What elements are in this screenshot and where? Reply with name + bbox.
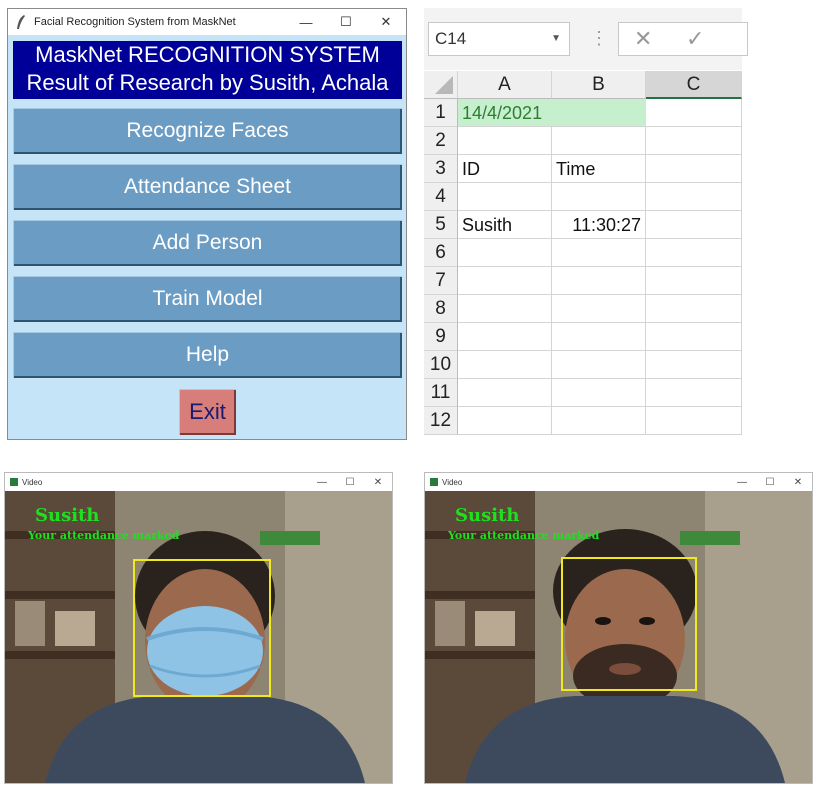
more-options-icon[interactable]: ⋮ [590, 26, 608, 50]
cell-b4[interactable] [552, 183, 646, 211]
attendance-message: Your attendance marked [28, 529, 180, 542]
row-header-4[interactable]: 4 [424, 183, 458, 211]
cell-a6[interactable] [458, 239, 552, 267]
row-header-2[interactable]: 2 [424, 127, 458, 155]
name-box[interactable]: C14 ▼ [428, 22, 570, 56]
cell-c8[interactable] [646, 295, 742, 323]
cell-b10[interactable] [552, 351, 646, 379]
app-subtitle: Result of Research by Susith, Achala [26, 70, 389, 95]
row-header-9[interactable]: 9 [424, 323, 458, 351]
cell-b12[interactable] [552, 407, 646, 435]
cell-a12[interactable] [458, 407, 552, 435]
video-frame: Susith Your attendance marked [425, 491, 812, 783]
row-header-11[interactable]: 11 [424, 379, 458, 407]
add-person-button[interactable]: Add Person [13, 220, 402, 266]
chevron-down-icon[interactable]: ▼ [551, 23, 561, 55]
video-title: Video [22, 477, 43, 487]
confirm-icon[interactable]: ✓ [686, 26, 704, 52]
cell-a1[interactable]: 14/4/2021 [458, 99, 646, 127]
cell-b6[interactable] [552, 239, 646, 267]
minimize-icon[interactable]: — [286, 15, 326, 30]
train-model-button[interactable]: Train Model [13, 276, 402, 322]
face-bounding-box [561, 557, 697, 691]
formula-bar-area: C14 ▼ ⋮ ✕ ✓ [424, 8, 748, 70]
row-header-5[interactable]: 5 [424, 211, 458, 239]
video-frame: Susith Your attendance marked [5, 491, 392, 783]
row-header-12[interactable]: 12 [424, 407, 458, 435]
column-header-a[interactable]: A [458, 71, 552, 99]
recognize-faces-button[interactable]: Recognize Faces [13, 108, 402, 154]
cell-c3[interactable] [646, 155, 742, 183]
row-header-10[interactable]: 10 [424, 351, 458, 379]
cancel-icon[interactable]: ✕ [634, 26, 652, 52]
cell-a3[interactable]: ID [458, 155, 552, 183]
minimize-icon[interactable]: — [728, 477, 756, 488]
cell-a11[interactable] [458, 379, 552, 407]
name-box-value: C14 [435, 29, 467, 48]
select-all-icon [435, 76, 453, 94]
close-icon[interactable]: ✕ [784, 477, 812, 488]
window-title: Facial Recognition System from MaskNet [34, 16, 236, 28]
maximize-icon[interactable]: ☐ [756, 477, 784, 488]
cell-b11[interactable] [552, 379, 646, 407]
attendance-sheet-button[interactable]: Attendance Sheet [13, 164, 402, 210]
recognized-name: Susith [455, 505, 520, 526]
cell-b2[interactable] [552, 127, 646, 155]
exit-button[interactable]: Exit [179, 389, 236, 435]
video-app-icon [10, 478, 18, 486]
cell-a4[interactable] [458, 183, 552, 211]
cell-c5[interactable] [646, 211, 742, 239]
recognized-name: Susith [35, 505, 100, 526]
video-window-unmasked: Video — ☐ ✕ Susith Your attendance marke… [424, 472, 813, 784]
masknet-window: Facial Recognition System from MaskNet —… [7, 8, 407, 440]
maximize-icon[interactable]: ☐ [336, 477, 364, 488]
cell-c4[interactable] [646, 183, 742, 211]
row-header-7[interactable]: 7 [424, 267, 458, 295]
attendance-message: Your attendance marked [448, 529, 600, 542]
select-all-corner[interactable] [424, 71, 458, 99]
help-button[interactable]: Help [13, 332, 402, 378]
row-header-6[interactable]: 6 [424, 239, 458, 267]
face-bounding-box [133, 559, 271, 697]
video-window-masked: Video — ☐ ✕ Susith Your attendance marke… [4, 472, 393, 784]
cell-c12[interactable] [646, 407, 742, 435]
attendance-spreadsheet: C14 ▼ ⋮ ✕ ✓ A B C 1 2 3 4 5 6 7 8 9 10 1… [424, 8, 748, 436]
cell-c7[interactable] [646, 267, 742, 295]
cell-b5[interactable]: 11:30:27 [552, 211, 646, 239]
minimize-icon[interactable]: — [308, 477, 336, 488]
video-app-icon [430, 478, 438, 486]
cell-a7[interactable] [458, 267, 552, 295]
close-icon[interactable]: ✕ [366, 14, 406, 30]
cell-c9[interactable] [646, 323, 742, 351]
video-titlebar[interactable]: Video — ☐ ✕ [425, 473, 812, 491]
app-header: MaskNet RECOGNITION SYSTEM Result of Res… [13, 41, 402, 99]
cell-c1[interactable] [646, 99, 742, 127]
video-titlebar[interactable]: Video — ☐ ✕ [5, 473, 392, 491]
row-header-3[interactable]: 3 [424, 155, 458, 183]
row-header-1[interactable]: 1 [424, 99, 458, 127]
cell-b8[interactable] [552, 295, 646, 323]
cell-a5[interactable]: Susith [458, 211, 552, 239]
cell-c11[interactable] [646, 379, 742, 407]
cell-a9[interactable] [458, 323, 552, 351]
window-titlebar[interactable]: Facial Recognition System from MaskNet —… [8, 9, 406, 35]
cell-b3[interactable]: Time [552, 155, 646, 183]
maximize-icon[interactable]: ☐ [326, 14, 366, 30]
cell-c6[interactable] [646, 239, 742, 267]
feather-icon [17, 15, 25, 29]
cell-c10[interactable] [646, 351, 742, 379]
cell-a8[interactable] [458, 295, 552, 323]
column-header-c[interactable]: C [646, 71, 742, 99]
close-icon[interactable]: ✕ [364, 477, 392, 488]
cell-b7[interactable] [552, 267, 646, 295]
app-title: MaskNet RECOGNITION SYSTEM [35, 42, 380, 67]
row-header-8[interactable]: 8 [424, 295, 458, 323]
cell-a2[interactable] [458, 127, 552, 155]
column-header-b[interactable]: B [552, 71, 646, 99]
cell-b9[interactable] [552, 323, 646, 351]
cell-a10[interactable] [458, 351, 552, 379]
cell-c2[interactable] [646, 127, 742, 155]
video-title: Video [442, 477, 463, 487]
